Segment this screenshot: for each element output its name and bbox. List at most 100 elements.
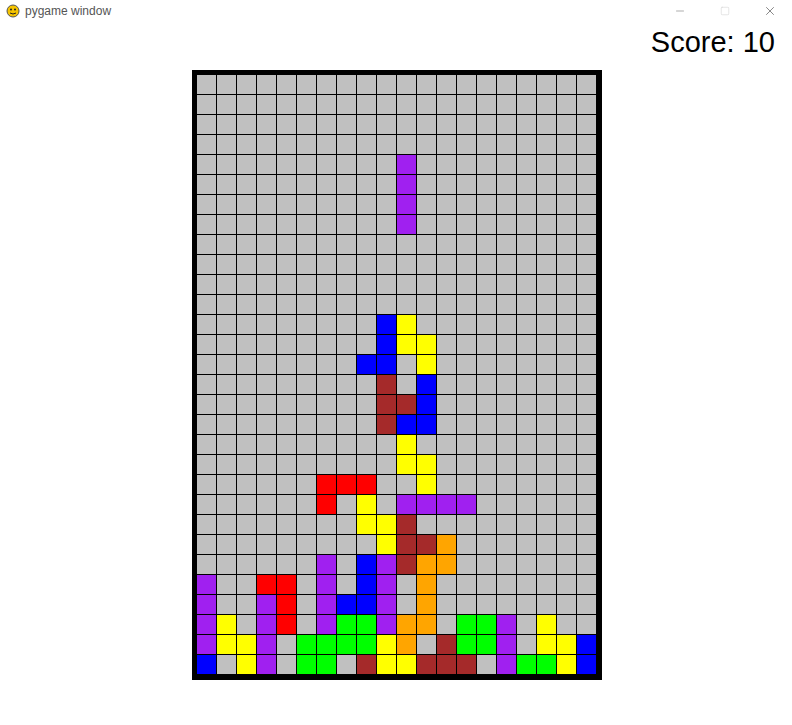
block-cell bbox=[517, 655, 537, 675]
board-cell bbox=[377, 275, 397, 295]
board-cell bbox=[217, 255, 237, 275]
board-cell bbox=[417, 175, 437, 195]
board-cell bbox=[577, 115, 597, 135]
board-cell bbox=[297, 195, 317, 215]
board-cell bbox=[497, 195, 517, 215]
board-cell bbox=[477, 135, 497, 155]
board-cell bbox=[297, 375, 317, 395]
board-cell bbox=[437, 575, 457, 595]
board-cell bbox=[457, 375, 477, 395]
board-cell bbox=[357, 335, 377, 355]
board-cell bbox=[257, 175, 277, 195]
block-cell bbox=[277, 615, 297, 635]
board-cell bbox=[277, 315, 297, 335]
board-cell bbox=[337, 415, 357, 435]
board-cell bbox=[237, 495, 257, 515]
board-cell bbox=[537, 335, 557, 355]
board-cell bbox=[197, 275, 217, 295]
board-cell bbox=[457, 175, 477, 195]
board-cell bbox=[377, 135, 397, 155]
minimize-button[interactable] bbox=[657, 0, 702, 22]
board-cell bbox=[377, 75, 397, 95]
board-cell bbox=[437, 475, 457, 495]
block-cell bbox=[417, 495, 437, 515]
board-cell bbox=[457, 295, 477, 315]
block-cell bbox=[437, 555, 457, 575]
block-cell bbox=[357, 655, 377, 675]
board-cell bbox=[277, 255, 297, 275]
board-cell bbox=[237, 475, 257, 495]
block-cell bbox=[437, 635, 457, 655]
board-cell bbox=[437, 155, 457, 175]
board-cell bbox=[437, 595, 457, 615]
block-cell bbox=[377, 315, 397, 335]
board-cell bbox=[257, 315, 277, 335]
block-cell bbox=[397, 195, 417, 215]
board-cell bbox=[437, 215, 457, 235]
board-cell bbox=[337, 195, 357, 215]
block-cell bbox=[257, 655, 277, 675]
board-cell bbox=[257, 475, 277, 495]
board-cell bbox=[357, 175, 377, 195]
maximize-button[interactable] bbox=[702, 0, 747, 22]
board-cell bbox=[537, 135, 557, 155]
board-cell bbox=[237, 295, 257, 315]
board-cell bbox=[317, 235, 337, 255]
board-cell bbox=[517, 335, 537, 355]
board-cell bbox=[277, 335, 297, 355]
board-cell bbox=[497, 575, 517, 595]
board-row bbox=[197, 455, 597, 475]
board-cell bbox=[337, 655, 357, 675]
board-cell bbox=[557, 315, 577, 335]
block-cell bbox=[397, 175, 417, 195]
board-cell bbox=[357, 235, 377, 255]
board-cell bbox=[377, 455, 397, 475]
block-cell bbox=[437, 655, 457, 675]
board-cell bbox=[337, 395, 357, 415]
board-cell bbox=[297, 315, 317, 335]
board-cell bbox=[337, 515, 357, 535]
board-cell bbox=[517, 615, 537, 635]
board-cell bbox=[577, 475, 597, 495]
board-cell bbox=[537, 75, 557, 95]
board-cell bbox=[237, 575, 257, 595]
board-cell bbox=[277, 355, 297, 375]
board-row bbox=[197, 595, 597, 615]
board-cell bbox=[397, 135, 417, 155]
board-cell bbox=[577, 75, 597, 95]
board-cell bbox=[517, 95, 537, 115]
board-cell bbox=[437, 335, 457, 355]
board-cell bbox=[497, 75, 517, 95]
block-cell bbox=[337, 475, 357, 495]
board-cell bbox=[277, 155, 297, 175]
board-cell bbox=[257, 255, 277, 275]
board-row bbox=[197, 375, 597, 395]
board-cell bbox=[557, 355, 577, 375]
block-cell bbox=[397, 615, 417, 635]
block-cell bbox=[417, 615, 437, 635]
board-cell bbox=[577, 295, 597, 315]
board-cell bbox=[417, 195, 437, 215]
board-cell bbox=[457, 435, 477, 455]
board-cell bbox=[377, 495, 397, 515]
board-cell bbox=[517, 515, 537, 535]
block-cell bbox=[397, 555, 417, 575]
block-cell bbox=[337, 635, 357, 655]
board-cell bbox=[577, 535, 597, 555]
board-cell bbox=[357, 275, 377, 295]
board-cell bbox=[457, 355, 477, 375]
board-cell bbox=[257, 375, 277, 395]
board-cell bbox=[437, 295, 457, 315]
board-cell bbox=[277, 195, 297, 215]
board-cell bbox=[517, 395, 537, 415]
board-cell bbox=[437, 455, 457, 475]
board-cell bbox=[237, 515, 257, 535]
block-cell bbox=[377, 335, 397, 355]
board-cell bbox=[377, 435, 397, 455]
close-button[interactable] bbox=[747, 0, 792, 22]
board-cell bbox=[457, 135, 477, 155]
board-cell bbox=[477, 115, 497, 135]
block-cell bbox=[397, 215, 417, 235]
board-cell bbox=[337, 555, 357, 575]
board-cell bbox=[217, 655, 237, 675]
